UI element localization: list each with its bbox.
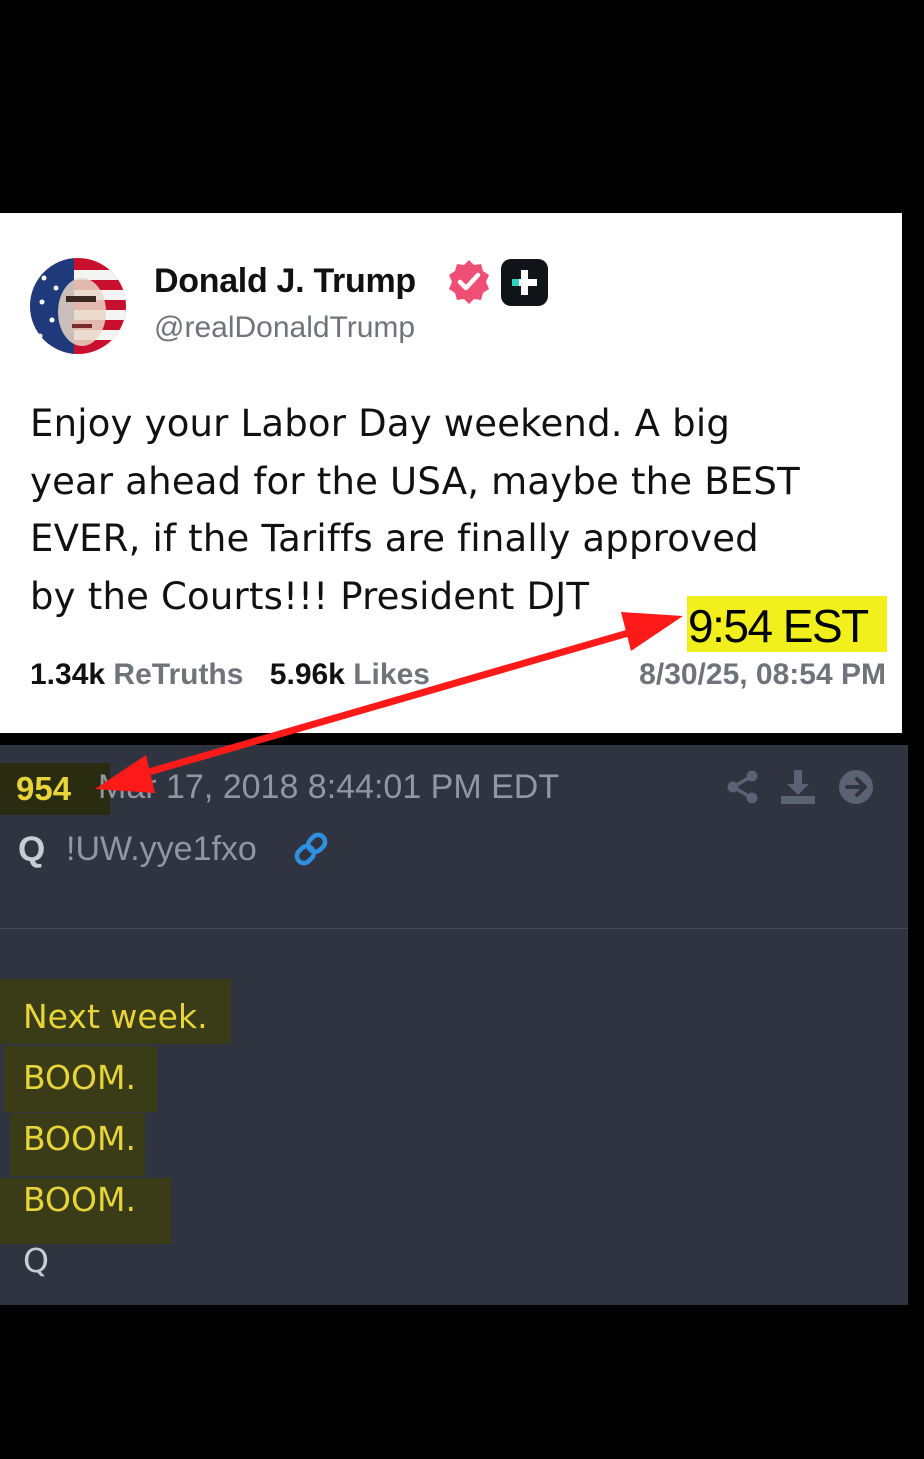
post-text: Enjoy your Labor Day weekend. A big year… bbox=[30, 395, 880, 625]
post-stats: 1.34k ReTruths 5.96k Likes bbox=[30, 658, 430, 692]
arrow-right-circle-icon[interactable] bbox=[837, 768, 875, 806]
post-line: EVER, if the Tariffs are finally approve… bbox=[30, 517, 759, 560]
truth-plus-icon bbox=[501, 259, 548, 306]
tripcode: !UW.yye1fxo bbox=[66, 830, 257, 868]
post-line: Enjoy your Labor Day weekend. A big bbox=[30, 402, 731, 445]
share-icon[interactable] bbox=[724, 768, 762, 806]
divider bbox=[0, 928, 908, 929]
post-body-line: BOOM. bbox=[23, 1058, 136, 1097]
link-icon[interactable] bbox=[291, 829, 331, 869]
poster-name: Q bbox=[18, 830, 46, 869]
likes-label[interactable]: Likes bbox=[353, 658, 430, 691]
retruths-count[interactable]: 1.34k bbox=[30, 658, 105, 691]
post-body-line: BOOM. bbox=[23, 1119, 136, 1158]
download-icon[interactable] bbox=[779, 768, 817, 806]
post-date[interactable]: 8/30/25, 08:54 PM bbox=[639, 658, 886, 692]
time-annotation: 9:54 EST bbox=[688, 600, 869, 652]
avatar[interactable] bbox=[30, 258, 126, 354]
user-handle[interactable]: @realDonaldTrump bbox=[154, 311, 415, 345]
post-body-line: Next week. bbox=[23, 997, 208, 1036]
likes-count[interactable]: 5.96k bbox=[270, 658, 345, 691]
display-name[interactable]: Donald J. Trump bbox=[154, 262, 416, 301]
post-timestamp: Mar 17, 2018 8:44:01 PM EDT bbox=[98, 768, 560, 806]
retruths-label[interactable]: ReTruths bbox=[113, 658, 243, 691]
post-line: year ahead for the USA, maybe the BEST bbox=[30, 459, 800, 503]
post-body-line: BOOM. bbox=[23, 1180, 136, 1219]
post-signature: Q bbox=[23, 1241, 49, 1280]
verified-badge-icon bbox=[445, 258, 493, 306]
post-number[interactable]: 954 bbox=[16, 770, 71, 808]
